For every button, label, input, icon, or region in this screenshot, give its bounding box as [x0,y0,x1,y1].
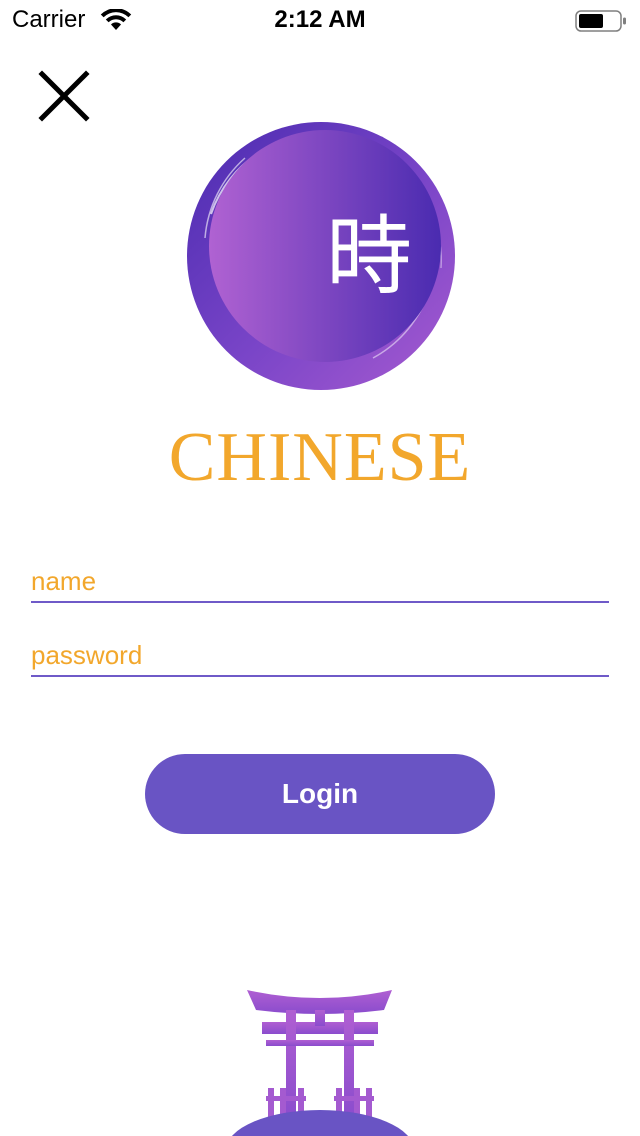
status-time: 2:12 AM [274,6,366,33]
login-button-label: Login [281,778,359,809]
torii-gate-icon [231,990,409,1136]
name-input[interactable] [31,561,609,603]
battery-icon [575,10,626,32]
close-icon [38,70,90,122]
logo-character: 時 [326,207,412,307]
password-input[interactable] [31,635,609,677]
app-logo: 時 [187,122,455,390]
login-button[interactable]: Login [145,754,495,834]
brand-title: CHINESE [168,419,472,496]
close-button[interactable] [36,68,92,124]
status-bar: Carrier 2:12 AM [0,0,640,40]
